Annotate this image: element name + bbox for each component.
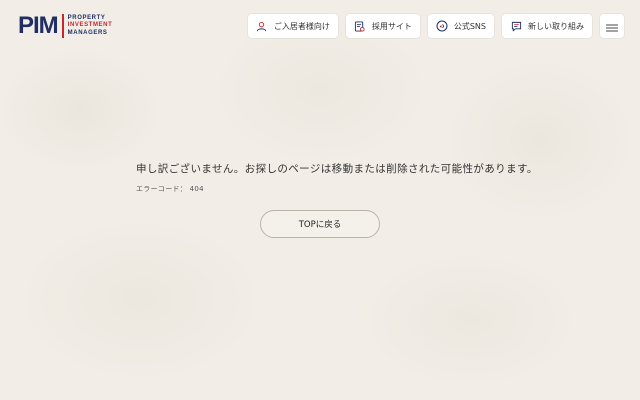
nav-sns-button[interactable]: 公式SNS <box>427 14 494 38</box>
chat-icon <box>510 20 522 32</box>
hamburger-menu-icon <box>606 17 618 36</box>
nav-new-initiatives-label: 新しい取り組み <box>528 21 584 31</box>
logo-divider <box>61 14 64 38</box>
nav-sns-label: 公式SNS <box>453 21 486 31</box>
logo-mark: PIM <box>18 12 59 39</box>
site-header: PIM PROPERTY INVESTMENT MANAGERS ご入居者様向け <box>0 0 640 52</box>
sns-icon <box>436 20 448 32</box>
recruit-icon <box>354 20 366 32</box>
back-to-top-button[interactable]: TOPに戻る <box>260 210 380 238</box>
not-found-message: 申し訳ございません。お探しのページは移動または削除された可能性があります。 <box>136 163 538 175</box>
nav-recruit-label: 採用サイト <box>371 21 412 31</box>
logo-text: PROPERTY INVESTMENT MANAGERS <box>68 15 113 38</box>
logo-line-property: PROPERTY <box>67 14 106 21</box>
nav-resident-label: ご入居者様向け <box>273 21 330 31</box>
header-nav: ご入居者様向け 採用サイト 公式SNS 新しい取り組み <box>247 14 624 38</box>
nav-recruit-button[interactable]: 採用サイト <box>345 14 420 38</box>
nav-resident-button[interactable]: ご入居者様向け <box>247 14 338 38</box>
logo-line-managers: MANAGERS <box>67 29 108 36</box>
nav-new-initiatives-button[interactable]: 新しい取り組み <box>502 14 592 38</box>
hamburger-menu-button[interactable] <box>600 14 624 38</box>
error-code: エラーコード： 404 <box>136 185 204 193</box>
logo-line-investment: INVESTMENT <box>67 22 113 29</box>
person-icon <box>256 20 268 32</box>
company-logo[interactable]: PIM PROPERTY INVESTMENT MANAGERS <box>18 13 112 39</box>
